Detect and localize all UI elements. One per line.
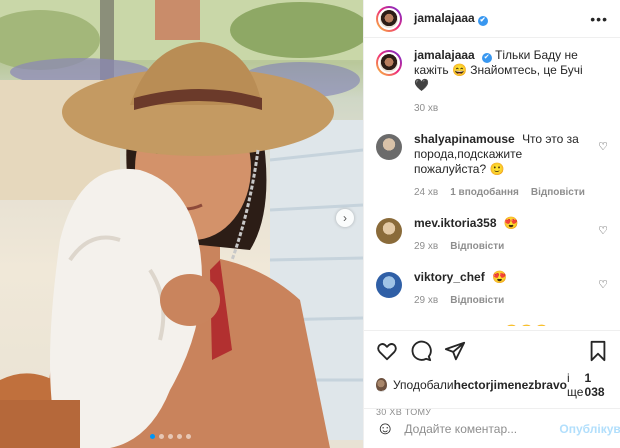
comment-username[interactable]: tanyanovakivs xyxy=(414,324,497,326)
carousel-dot xyxy=(168,434,173,439)
caption-meta: 30 хв xyxy=(414,101,588,116)
comment-likes-count[interactable]: 1 вподобання xyxy=(450,185,519,200)
comment-username[interactable]: viktory_chef xyxy=(414,270,485,284)
carousel-dot xyxy=(186,434,191,439)
comments-list[interactable]: jamalajaaa ✔ Тільки Баду не кажіть 😄 Знай… xyxy=(364,48,620,326)
comment-row: viktory_chef 😍 29 хв Відповісти ♡ xyxy=(376,270,608,308)
caption-username[interactable]: jamalajaaa xyxy=(414,48,475,62)
comment-text: 😍😍😍 xyxy=(504,324,549,326)
comment-like-heart-icon[interactable]: ♡ xyxy=(598,140,608,153)
commenter-avatar[interactable] xyxy=(376,218,402,244)
author-avatar[interactable] xyxy=(376,50,402,76)
carousel-dot xyxy=(159,434,164,439)
comment-row: mev.iktoria358 😍 29 хв Відповісти ♡ xyxy=(376,216,608,254)
caption-row: jamalajaaa ✔ Тільки Баду не кажіть 😄 Знай… xyxy=(376,48,608,116)
comment-username[interactable]: mev.iktoria358 xyxy=(414,216,497,230)
post-header: jamalajaaa ✔ ••• xyxy=(364,0,620,38)
comment-meta: 29 хв Відповісти xyxy=(414,239,588,254)
caption-body: jamalajaaa ✔ Тільки Баду не кажіть 😄 Знай… xyxy=(414,48,608,116)
comment-text: 😍 xyxy=(503,216,519,230)
reply-button[interactable]: Відповісти xyxy=(450,239,504,254)
comment-body: viktory_chef 😍 29 хв Відповісти xyxy=(414,270,608,308)
comment-row: tanyanovakivs 😍😍😍 xyxy=(376,324,608,326)
post-actions: Уподобали hectorjimenezbravo і ще 1 038 … xyxy=(364,330,620,417)
photo-illustration xyxy=(0,0,363,448)
comment-body: mev.iktoria358 😍 29 хв Відповісти xyxy=(414,216,608,254)
carousel-indicator xyxy=(150,434,191,439)
likes-prefix: Уподобали xyxy=(392,378,454,392)
comment-meta: 24 хв 1 вподобання Відповісти xyxy=(414,185,588,200)
verified-badge-icon: ✔ xyxy=(481,53,492,63)
comment-meta: 29 хв Відповісти xyxy=(414,293,588,308)
comment-username[interactable]: shalyapinamouse xyxy=(414,132,515,146)
commenter-avatar[interactable] xyxy=(376,272,402,298)
action-icons xyxy=(376,339,608,363)
more-options-icon[interactable]: ••• xyxy=(590,11,608,27)
comment-body: shalyapinamouse Что это за порода,подска… xyxy=(414,132,608,200)
comment-icon[interactable] xyxy=(410,340,432,362)
comment-input[interactable] xyxy=(404,421,560,436)
comment-like-heart-icon[interactable]: ♡ xyxy=(598,224,608,237)
author-avatar[interactable] xyxy=(376,5,402,32)
author-username-text[interactable]: jamalajaaa xyxy=(414,11,475,25)
comment-time[interactable]: 29 хв xyxy=(414,239,438,254)
author-username[interactable]: jamalajaaa ✔ xyxy=(414,11,488,26)
carousel-next-icon[interactable]: › xyxy=(336,209,354,227)
caption-time: 30 хв xyxy=(414,103,439,114)
post-side-panel: jamalajaaa ✔ ••• jamalajaaa ✔ Тільки Баду … xyxy=(363,0,620,448)
comment-row: shalyapinamouse Что это за порода,подска… xyxy=(376,132,608,200)
comment-body: tanyanovakivs 😍😍😍 xyxy=(414,324,608,326)
comment-time[interactable]: 29 хв xyxy=(414,293,438,308)
post-photo[interactable]: › xyxy=(0,0,363,448)
likes-suffix: і ще xyxy=(566,371,584,399)
emoji-icon[interactable]: ☺ xyxy=(376,418,394,439)
comment-text: 😍 xyxy=(492,270,507,284)
comment-time[interactable]: 24 хв xyxy=(414,185,438,200)
reply-button[interactable]: Відповісти xyxy=(450,293,504,308)
liker-avatar[interactable] xyxy=(376,378,387,392)
like-heart-icon[interactable] xyxy=(376,340,398,362)
publish-button[interactable]: Опублікувати xyxy=(559,422,620,436)
reply-button[interactable]: Відповісти xyxy=(531,185,585,200)
liker-username[interactable]: hectorjimenezbravo xyxy=(454,378,567,392)
carousel-dot xyxy=(150,434,155,439)
bookmark-icon[interactable] xyxy=(588,340,608,362)
likes-count[interactable]: 1 038 xyxy=(585,371,608,399)
add-comment-bar: ☺ Опублікувати xyxy=(364,408,620,448)
verified-badge-icon: ✔ xyxy=(477,16,488,26)
comment-like-heart-icon[interactable]: ♡ xyxy=(598,278,608,291)
carousel-dot xyxy=(177,434,182,439)
commenter-avatar[interactable] xyxy=(376,134,402,160)
share-icon[interactable] xyxy=(444,340,466,362)
likes-summary: Уподобали hectorjimenezbravo і ще 1 038 xyxy=(376,371,608,399)
